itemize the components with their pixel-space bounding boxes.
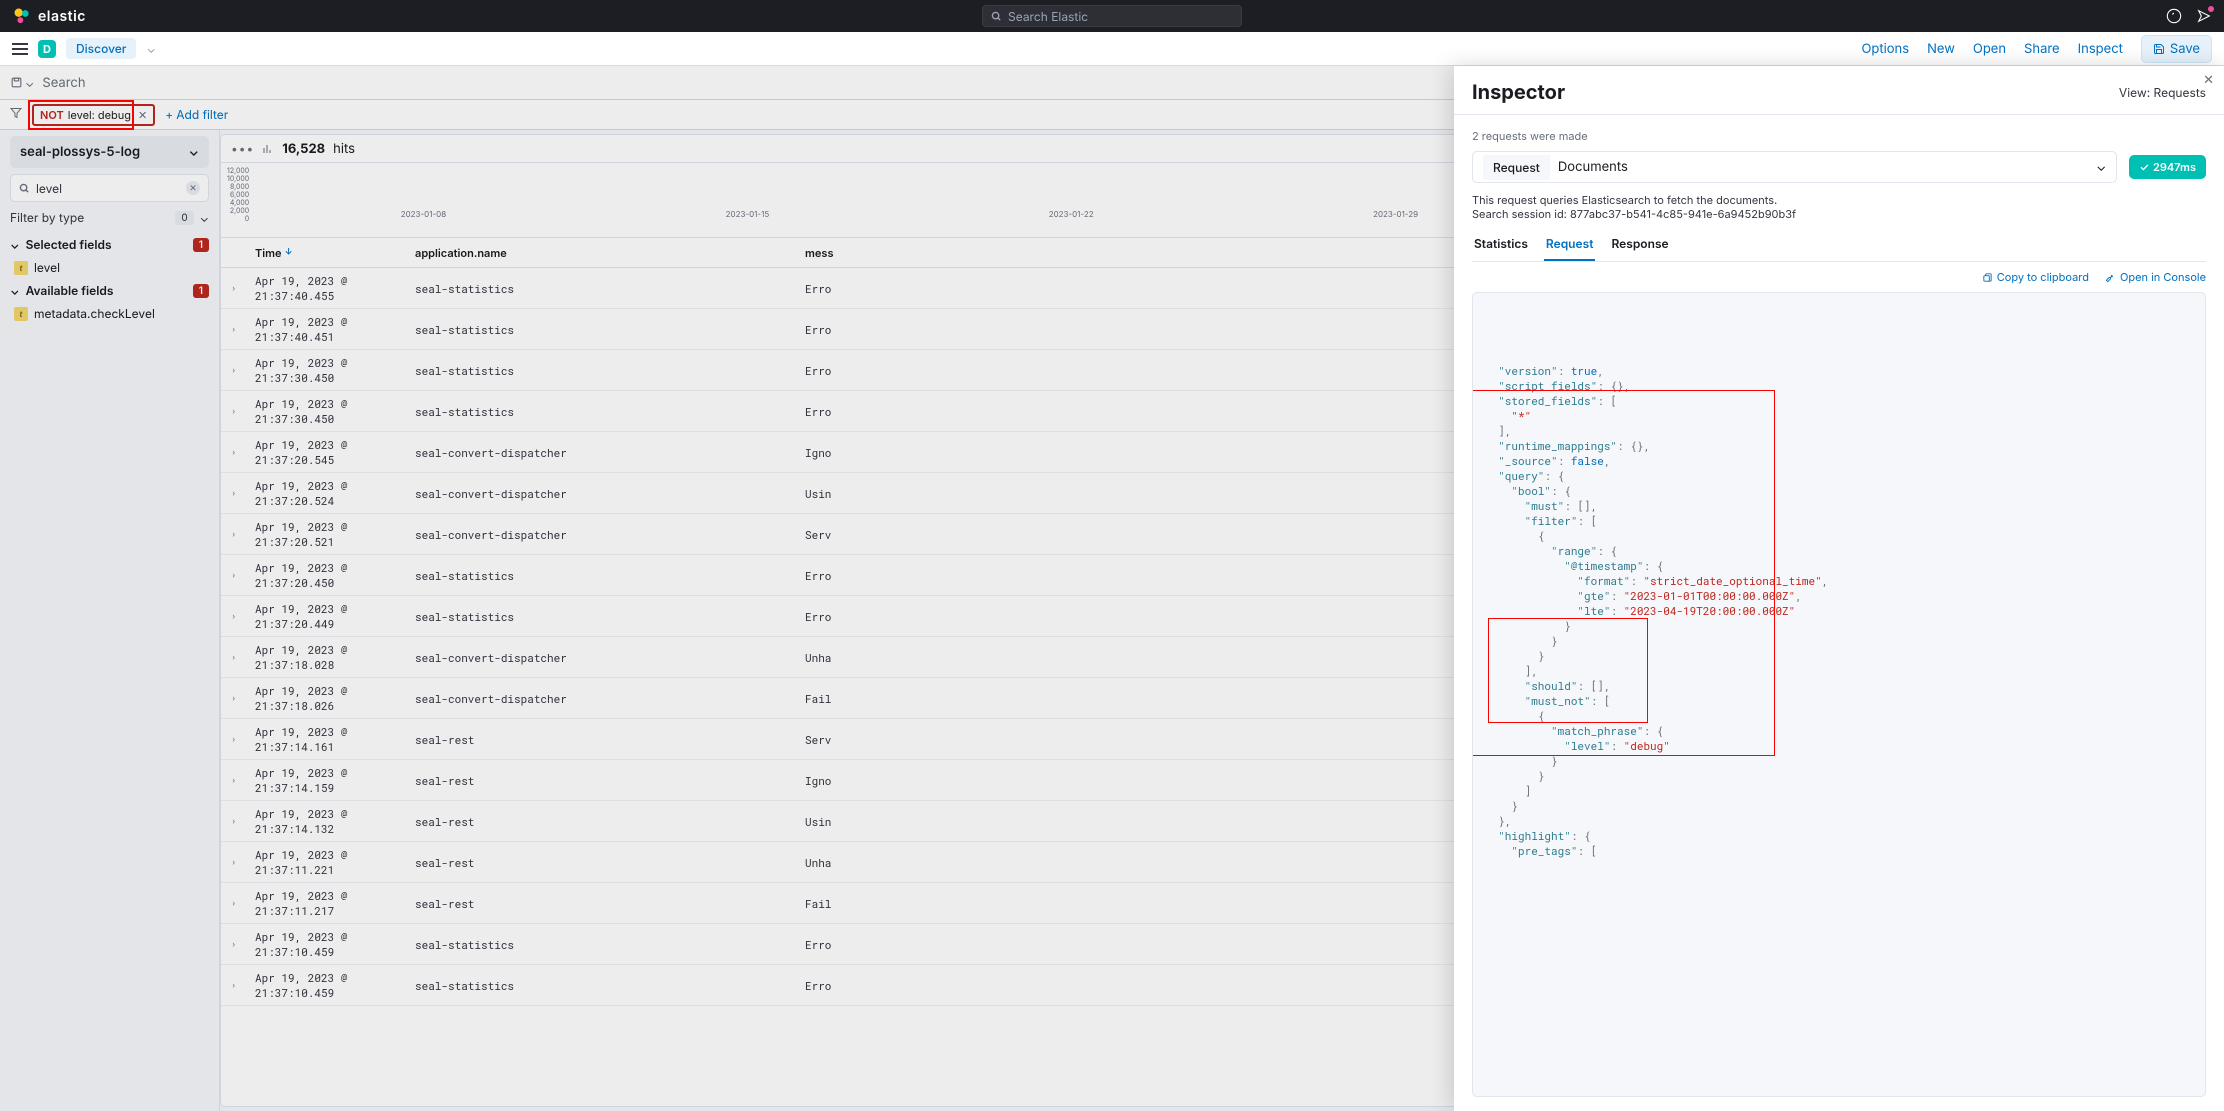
add-filter-button[interactable]: + Add filter bbox=[165, 107, 228, 122]
expand-row-icon[interactable]: › bbox=[231, 816, 255, 827]
filter-menu-button[interactable] bbox=[10, 107, 22, 122]
nav-menu-toggle[interactable] bbox=[12, 43, 28, 55]
y-axis-ticks: 12,00010,0008,0006,0004,0002,0000 bbox=[227, 167, 249, 223]
column-time[interactable]: Time↓ bbox=[255, 246, 415, 260]
chevron-down-icon: ⌄ bbox=[10, 283, 20, 298]
expand-row-icon[interactable]: › bbox=[231, 980, 255, 991]
space-badge[interactable]: D bbox=[38, 40, 56, 58]
expand-row-icon[interactable]: › bbox=[231, 365, 255, 376]
nav-new[interactable]: New bbox=[1927, 41, 1955, 57]
expand-row-icon[interactable]: › bbox=[231, 775, 255, 786]
save-button[interactable]: Save bbox=[2141, 35, 2212, 63]
chevron-down-icon: ⌄ bbox=[189, 144, 199, 160]
copy-to-clipboard-button[interactable]: Copy to clipboard bbox=[1982, 270, 2089, 284]
close-inspector-icon[interactable]: ✕ bbox=[2203, 72, 2214, 88]
request-timing-badge: ✓ 2947ms bbox=[2129, 155, 2206, 179]
inspector-title: Inspector bbox=[1472, 80, 1565, 104]
chevron-down-icon: ⌄ bbox=[200, 210, 209, 225]
wrench-icon bbox=[2105, 272, 2116, 283]
hit-label: hits bbox=[333, 141, 355, 157]
elastic-logo-icon bbox=[12, 6, 32, 26]
expand-row-icon[interactable]: › bbox=[231, 652, 255, 663]
inspector-flyout: Inspector View: Requests ✕ 2 requests we… bbox=[1454, 66, 2224, 1111]
filter-icon bbox=[10, 107, 22, 119]
expand-row-icon[interactable]: › bbox=[231, 898, 255, 909]
clear-search-icon[interactable]: ✕ bbox=[186, 181, 200, 195]
selected-fields-header[interactable]: ⌄ Selected fields 1 bbox=[10, 237, 209, 252]
expand-row-icon[interactable]: › bbox=[231, 693, 255, 704]
column-application[interactable]: application.name bbox=[415, 246, 805, 260]
expand-row-icon[interactable]: › bbox=[231, 447, 255, 458]
available-fields-header[interactable]: ⌄ Available fields 1 bbox=[10, 283, 209, 298]
expand-row-icon[interactable]: › bbox=[231, 324, 255, 335]
expand-row-icon[interactable]: › bbox=[231, 406, 255, 417]
field-item[interactable]: tmetadata.checkLevel bbox=[10, 304, 209, 323]
more-options-icon[interactable]: ••• bbox=[231, 141, 254, 156]
chart-toggle-icon[interactable] bbox=[262, 143, 274, 155]
plus-icon: + bbox=[165, 107, 173, 122]
chevron-down-icon: ⌄ bbox=[2096, 159, 2106, 175]
nav-open[interactable]: Open bbox=[1973, 41, 2006, 57]
nav-inspect[interactable]: Inspect bbox=[2078, 41, 2123, 57]
newsfeed-icon[interactable] bbox=[2196, 8, 2212, 24]
request-selector[interactable]: Request Documents ⌄ bbox=[1472, 151, 2117, 183]
expand-row-icon[interactable]: › bbox=[231, 570, 255, 581]
brand-text: elastic bbox=[38, 8, 86, 25]
open-in-console-button[interactable]: Open in Console bbox=[2105, 270, 2206, 284]
global-search[interactable]: Search Elastic bbox=[982, 5, 1242, 27]
request-summary: 2 requests were made bbox=[1472, 129, 2206, 143]
chevron-down-icon[interactable]: ⌄ bbox=[146, 41, 155, 56]
save-icon bbox=[2153, 43, 2165, 55]
request-description: This request queries Elasticsearch to fe… bbox=[1472, 193, 2206, 221]
nav-options[interactable]: Options bbox=[1861, 41, 1909, 57]
hit-count: 16,528 bbox=[282, 141, 325, 157]
clipboard-icon bbox=[1982, 272, 1993, 283]
global-search-placeholder: Search Elastic bbox=[1008, 9, 1088, 24]
request-json-viewer[interactable]: "version": true, "script_fields": {}, "s… bbox=[1472, 292, 2206, 1097]
expand-row-icon[interactable]: › bbox=[231, 283, 255, 294]
nav-share[interactable]: Share bbox=[2024, 41, 2060, 57]
expand-row-icon[interactable]: › bbox=[231, 611, 255, 622]
filter-pill-level-debug[interactable]: NOT level: debug ✕ bbox=[32, 104, 155, 126]
chevron-down-icon: ⌄ bbox=[25, 75, 34, 90]
expand-row-icon[interactable]: › bbox=[231, 529, 255, 540]
data-view-selector[interactable]: seal-plossys-5-log ⌄ bbox=[10, 136, 209, 168]
notification-dot bbox=[2208, 6, 2214, 12]
field-type-icon: t bbox=[14, 261, 28, 275]
filter-by-type[interactable]: Filter by type 0 ⌄ bbox=[10, 210, 209, 225]
help-icon[interactable] bbox=[2166, 8, 2182, 24]
field-item[interactable]: tlevel bbox=[10, 258, 209, 277]
expand-row-icon[interactable]: › bbox=[231, 488, 255, 499]
tab-statistics[interactable]: Statistics bbox=[1472, 231, 1530, 261]
expand-row-icon[interactable]: › bbox=[231, 734, 255, 745]
field-type-icon: t bbox=[14, 307, 28, 321]
search-icon bbox=[19, 183, 30, 194]
breadcrumb-app[interactable]: Discover bbox=[66, 38, 136, 59]
tab-response[interactable]: Response bbox=[1609, 231, 1670, 261]
tab-request[interactable]: Request bbox=[1544, 231, 1596, 261]
disk-icon bbox=[10, 76, 23, 89]
field-search-input[interactable]: level ✕ bbox=[10, 174, 209, 202]
brand-logo[interactable]: elastic bbox=[12, 6, 86, 26]
sort-arrow-icon: ↓ bbox=[285, 247, 293, 258]
expand-row-icon[interactable]: › bbox=[231, 939, 255, 950]
chevron-down-icon: ⌄ bbox=[10, 237, 20, 252]
expand-row-icon[interactable]: › bbox=[231, 857, 255, 868]
check-icon: ✓ bbox=[2139, 160, 2149, 174]
inspector-view-selector[interactable]: View: Requests bbox=[2119, 85, 2206, 100]
remove-filter-icon[interactable]: ✕ bbox=[138, 108, 147, 122]
search-icon bbox=[991, 11, 1002, 22]
saved-queries-button[interactable]: ⌄ bbox=[10, 75, 34, 90]
